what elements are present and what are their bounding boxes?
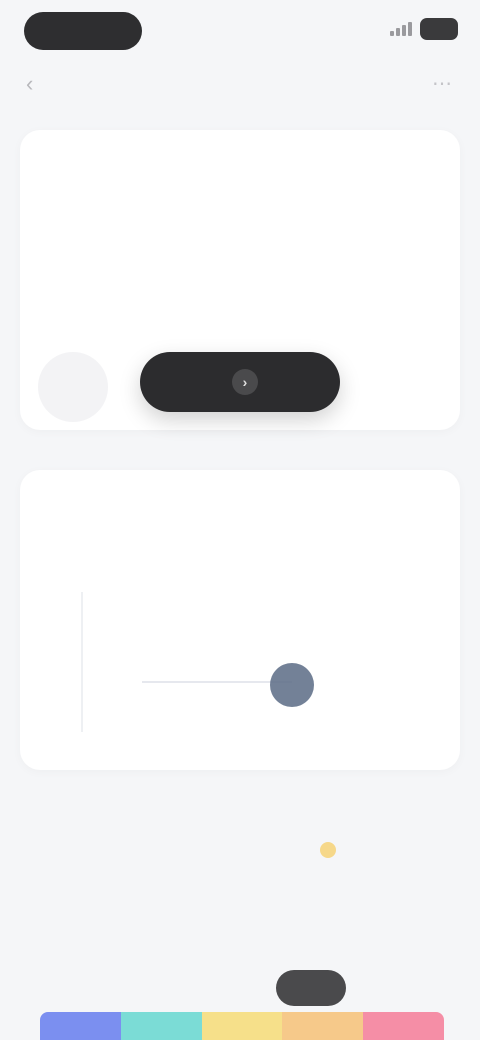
color-segment — [363, 1012, 444, 1040]
status-bar — [0, 0, 480, 60]
status-dot — [320, 842, 336, 858]
status-indicators — [390, 18, 458, 40]
primary-action-button[interactable]: › — [140, 352, 340, 412]
chart-card — [20, 470, 460, 770]
color-scale-bar — [40, 1012, 444, 1040]
chart-area — [42, 582, 442, 768]
summary-card: › — [20, 130, 460, 430]
chevron-left-icon[interactable]: ‹ — [26, 72, 50, 96]
more-icon[interactable]: ⋯ — [430, 72, 454, 96]
chart-point[interactable] — [270, 663, 314, 707]
metrics-row — [20, 790, 460, 900]
legend-row — [20, 915, 460, 965]
nav-bar: ‹ ⋯ — [0, 62, 480, 108]
battery-icon — [420, 18, 458, 40]
status-time-pill — [24, 12, 142, 50]
color-segment — [282, 1012, 364, 1040]
arrow-right-icon: › — [232, 369, 258, 395]
floating-handle[interactable] — [276, 970, 346, 1006]
chart-svg — [81, 592, 314, 732]
color-segment — [40, 1012, 121, 1040]
color-segment — [120, 1012, 202, 1040]
signal-icon — [390, 22, 412, 36]
color-segment — [201, 1012, 283, 1040]
metric-item — [320, 810, 344, 858]
avatar[interactable] — [38, 352, 108, 422]
